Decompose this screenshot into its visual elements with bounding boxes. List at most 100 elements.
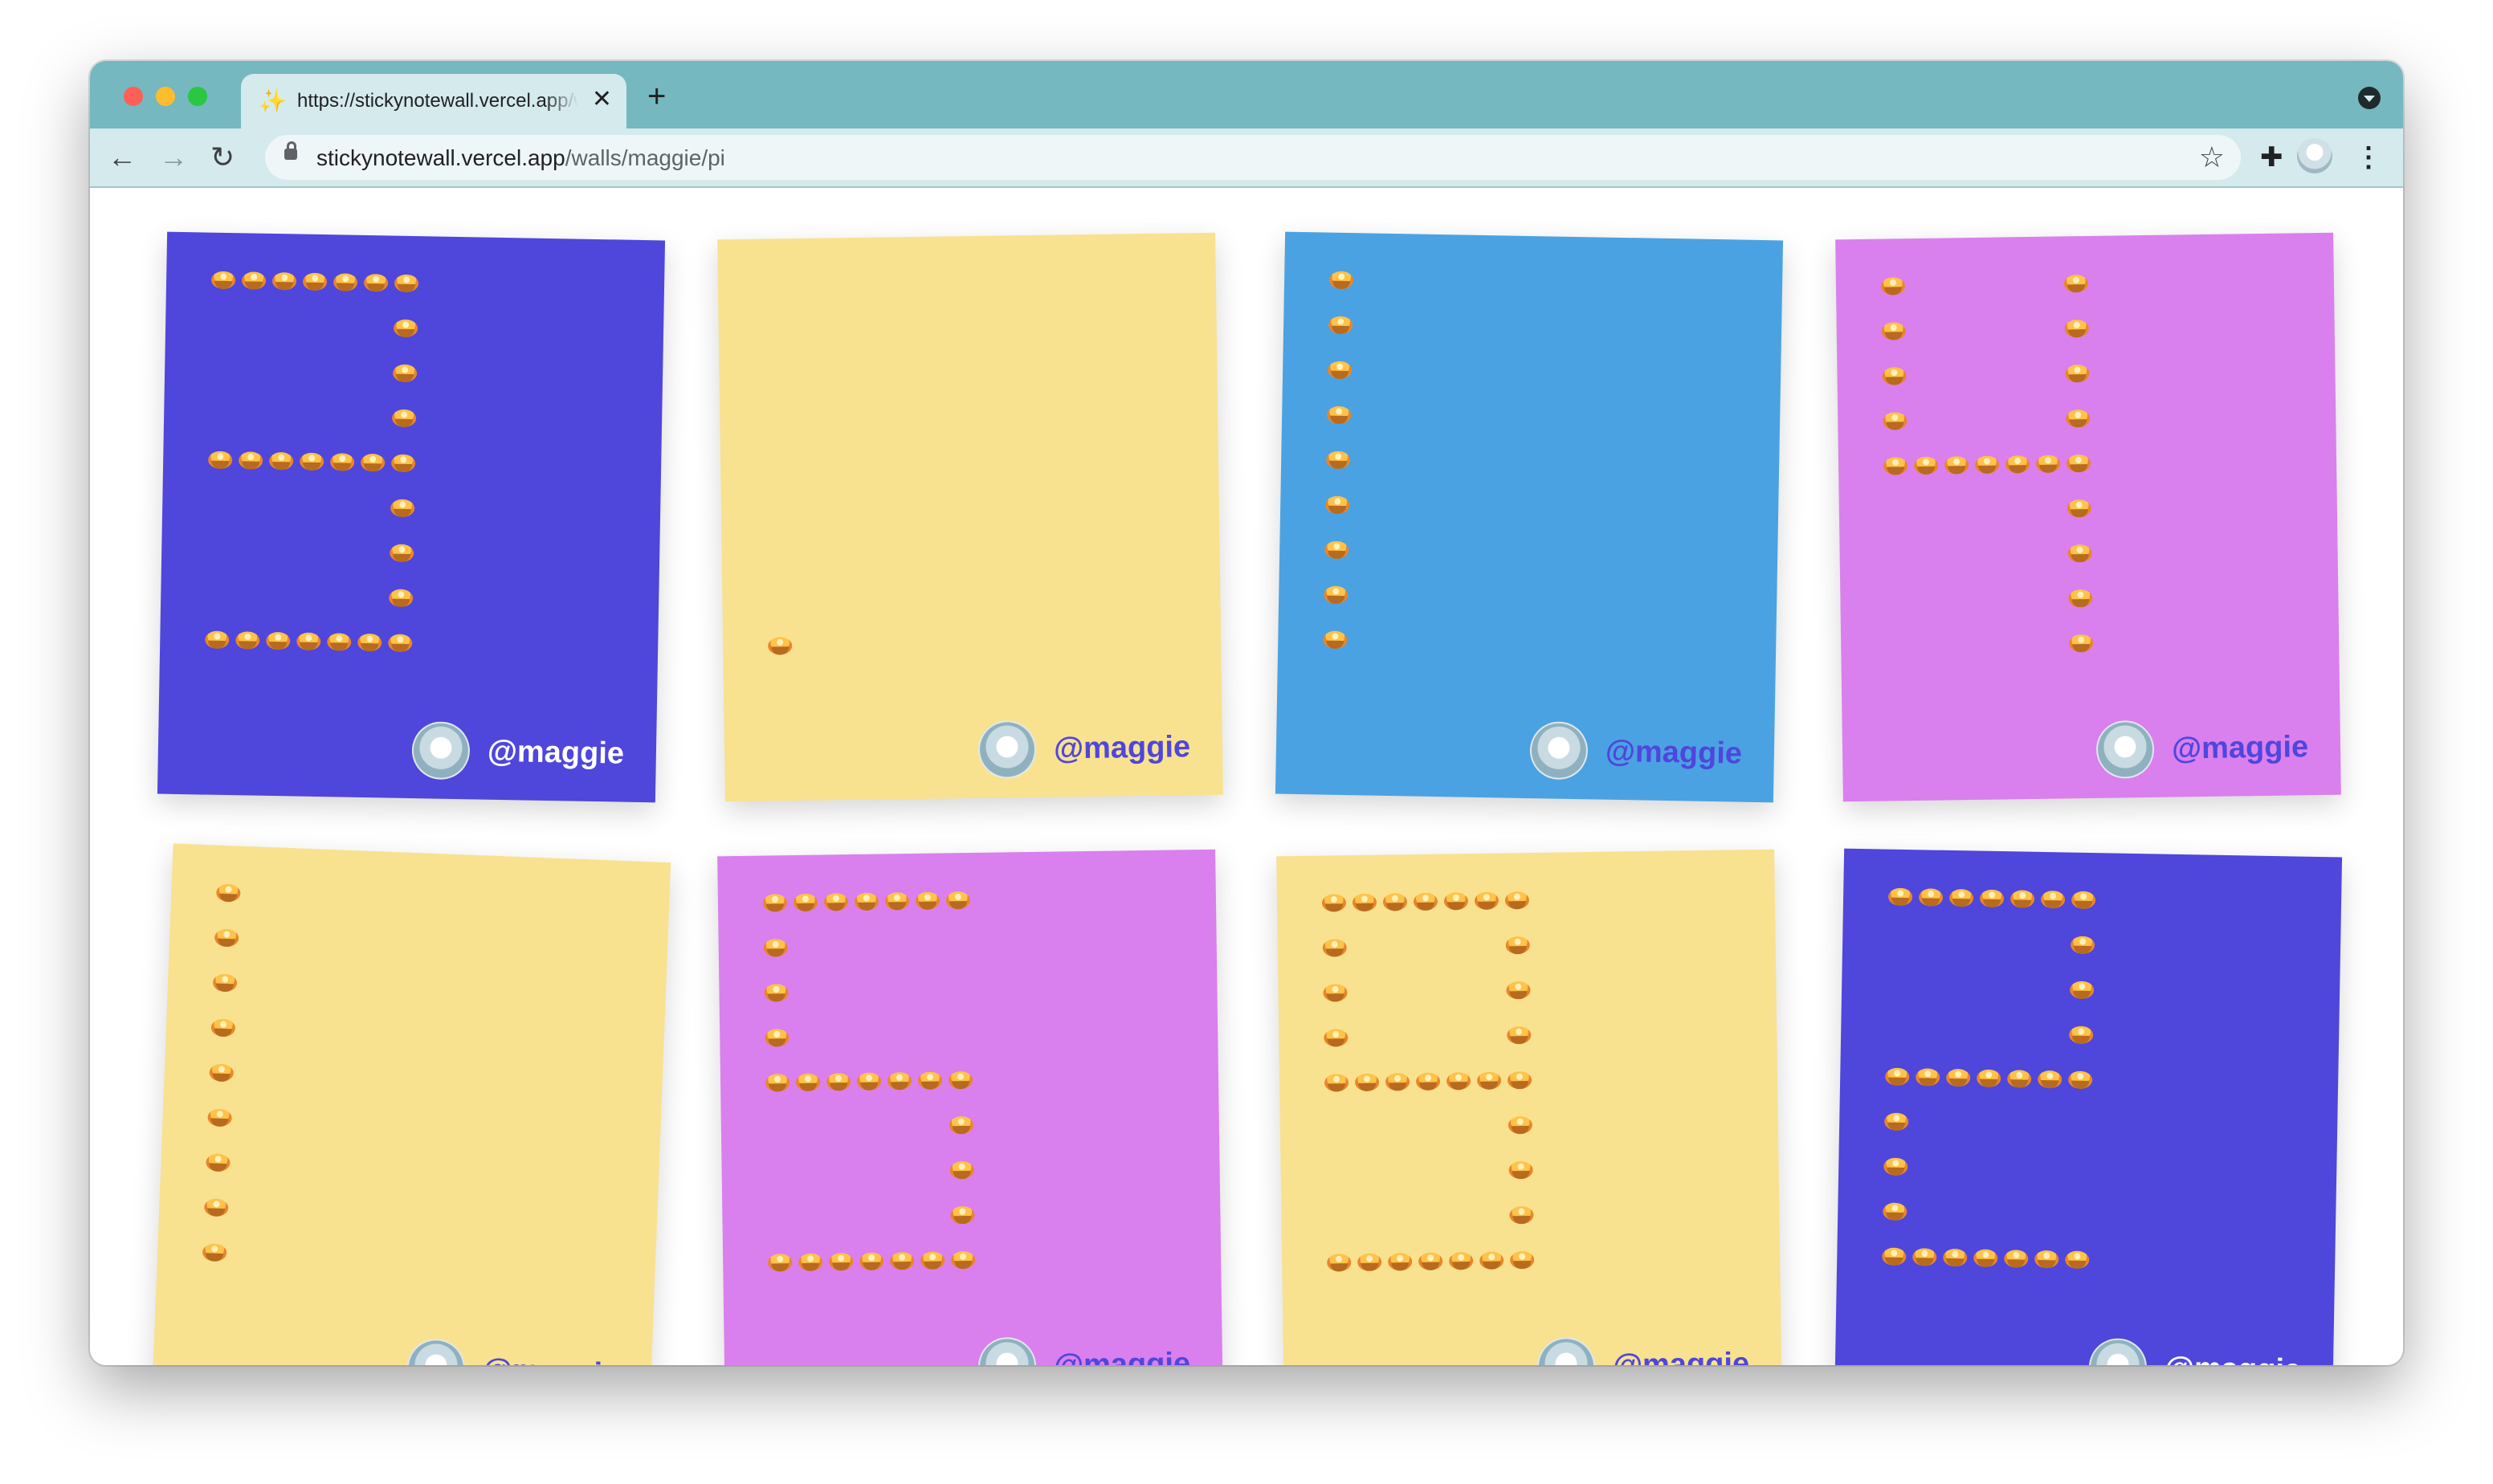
- pie-emoji: [269, 451, 294, 471]
- close-window-button[interactable]: [124, 87, 143, 106]
- back-button[interactable]: ←: [108, 140, 137, 175]
- digit-art: [1834, 849, 2342, 1365]
- pie-emoji: [390, 544, 414, 563]
- address-bar[interactable]: stickynotewall.vercel.app/walls/maggie/p…: [265, 135, 2241, 180]
- author-avatar: [1529, 721, 1589, 781]
- pie-emoji: [327, 633, 352, 651]
- pie-emoji: [951, 1250, 976, 1270]
- sticky-note[interactable]: @maggie: [157, 231, 666, 803]
- minimize-window-button[interactable]: [156, 87, 175, 106]
- sticky-note[interactable]: @maggie: [1834, 848, 2343, 1365]
- pie-emoji: [1323, 630, 1348, 650]
- digit-art: [152, 843, 671, 1365]
- pie-emoji: [765, 1074, 790, 1092]
- zoom-window-button[interactable]: [188, 87, 207, 106]
- sticky-note-wall: @maggie @maggie @maggie @maggie @maggie …: [90, 188, 2403, 1365]
- tab-active[interactable]: ✨ https://stickynotewall.vercel.app/wall…: [241, 74, 626, 128]
- pie-emoji: [239, 451, 263, 470]
- pie-emoji: [1324, 1074, 1349, 1092]
- sticky-note[interactable]: @maggie: [1276, 849, 1782, 1365]
- pie-emoji: [329, 453, 355, 471]
- pie-emoji: [1508, 1160, 1533, 1180]
- pie-emoji: [826, 1073, 851, 1091]
- new-tab-button[interactable]: +: [647, 80, 666, 112]
- profile-avatar[interactable]: [2297, 138, 2332, 173]
- pie-emoji: [1883, 1157, 1908, 1176]
- digit-art: [717, 850, 1223, 1365]
- sticky-note[interactable]: @maggie: [151, 843, 671, 1365]
- author-name[interactable]: @maggie: [2172, 729, 2309, 766]
- pie-emoji: [2065, 1250, 2090, 1270]
- pie-emoji: [764, 984, 789, 1002]
- pie-emoji: [1504, 891, 1530, 910]
- lock-icon[interactable]: [284, 141, 297, 160]
- sticky-note[interactable]: @maggie: [1835, 232, 2341, 802]
- author-name[interactable]: @maggie: [2165, 1351, 2302, 1365]
- note-footer: @maggie: [1842, 715, 2341, 786]
- author-name[interactable]: @maggie: [488, 734, 625, 772]
- pie-emoji: [1916, 1068, 1940, 1086]
- pie-emoji: [394, 274, 419, 293]
- pie-emoji: [2067, 1070, 2093, 1090]
- pie-emoji: [1449, 1251, 1474, 1270]
- browser-window: ✨ https://stickynotewall.vercel.app/wall…: [90, 61, 2403, 1365]
- close-tab-icon[interactable]: ✕: [592, 85, 612, 114]
- pie-emoji: [915, 891, 940, 910]
- pie-emoji: [1324, 1029, 1349, 1047]
- pie-emoji: [2063, 274, 2089, 293]
- pie-emoji: [2066, 454, 2091, 473]
- url-text[interactable]: stickynotewall.vercel.app/walls/maggie/p…: [316, 146, 725, 170]
- pie-emoji: [945, 891, 971, 910]
- pie-emoji: [1946, 1068, 1971, 1087]
- browser-menu-icon[interactable]: ⋮: [2355, 141, 2382, 173]
- tab-search-button[interactable]: [2358, 87, 2381, 109]
- pie-emoji: [1943, 1248, 1968, 1267]
- pie-emoji: [203, 1198, 229, 1217]
- pie-emoji: [1352, 893, 1377, 912]
- author-avatar: [2088, 1338, 2148, 1365]
- sticky-note[interactable]: @maggie: [717, 232, 1223, 802]
- tab-bar: ✨ https://stickynotewall.vercel.app/wall…: [90, 61, 2403, 128]
- pie-emoji: [1881, 322, 1906, 340]
- author-name[interactable]: @maggie: [1613, 1346, 1750, 1365]
- pie-emoji: [1505, 936, 1530, 955]
- pie-emoji: [884, 892, 910, 911]
- pie-emoji: [1918, 888, 1944, 907]
- digit-art: [1276, 850, 1782, 1365]
- pie-emoji: [1944, 456, 1969, 475]
- bookmark-star-icon[interactable]: ☆: [2199, 141, 2225, 173]
- pie-emoji: [890, 1251, 915, 1270]
- pie-emoji: [793, 893, 818, 912]
- pie-emoji: [920, 1251, 945, 1270]
- author-name[interactable]: @maggie: [482, 1352, 620, 1365]
- pie-emoji: [235, 631, 260, 650]
- author-name[interactable]: @maggie: [1054, 729, 1191, 766]
- pie-emoji: [2067, 544, 2092, 563]
- pie-emoji: [296, 632, 321, 651]
- sticky-note[interactable]: @maggie: [1275, 231, 1784, 803]
- pie-emoji: [1974, 455, 2000, 474]
- pie-emoji: [1507, 1070, 1532, 1090]
- pie-emoji: [1382, 893, 1408, 911]
- pie-emoji: [1388, 1253, 1413, 1271]
- pie-emoji: [390, 499, 415, 518]
- pie-emoji: [1976, 1069, 2001, 1088]
- extensions-puzzle-icon[interactable]: ✚: [2260, 141, 2283, 173]
- sticky-note[interactable]: @maggie: [717, 849, 1223, 1365]
- pie-emoji: [887, 1072, 912, 1091]
- sparkles-icon: ✨: [259, 88, 287, 113]
- pie-emoji: [1327, 1254, 1352, 1272]
- pie-emoji: [829, 1253, 854, 1271]
- author-name[interactable]: @maggie: [1054, 1346, 1191, 1365]
- pie-emoji: [1322, 939, 1347, 957]
- forward-button[interactable]: →: [159, 140, 188, 175]
- pie-emoji: [1413, 892, 1438, 911]
- author-name[interactable]: @maggie: [1606, 734, 1743, 772]
- pie-emoji: [1328, 316, 1353, 335]
- pie-emoji: [1357, 1253, 1382, 1271]
- pie-emoji: [271, 271, 297, 291]
- pie-emoji: [1323, 984, 1348, 1002]
- pie-emoji: [1887, 887, 1913, 907]
- reload-button[interactable]: ↻: [210, 140, 235, 175]
- browser-toolbar: ← → ↻ stickynotewall.vercel.app/walls/ma…: [90, 128, 2403, 188]
